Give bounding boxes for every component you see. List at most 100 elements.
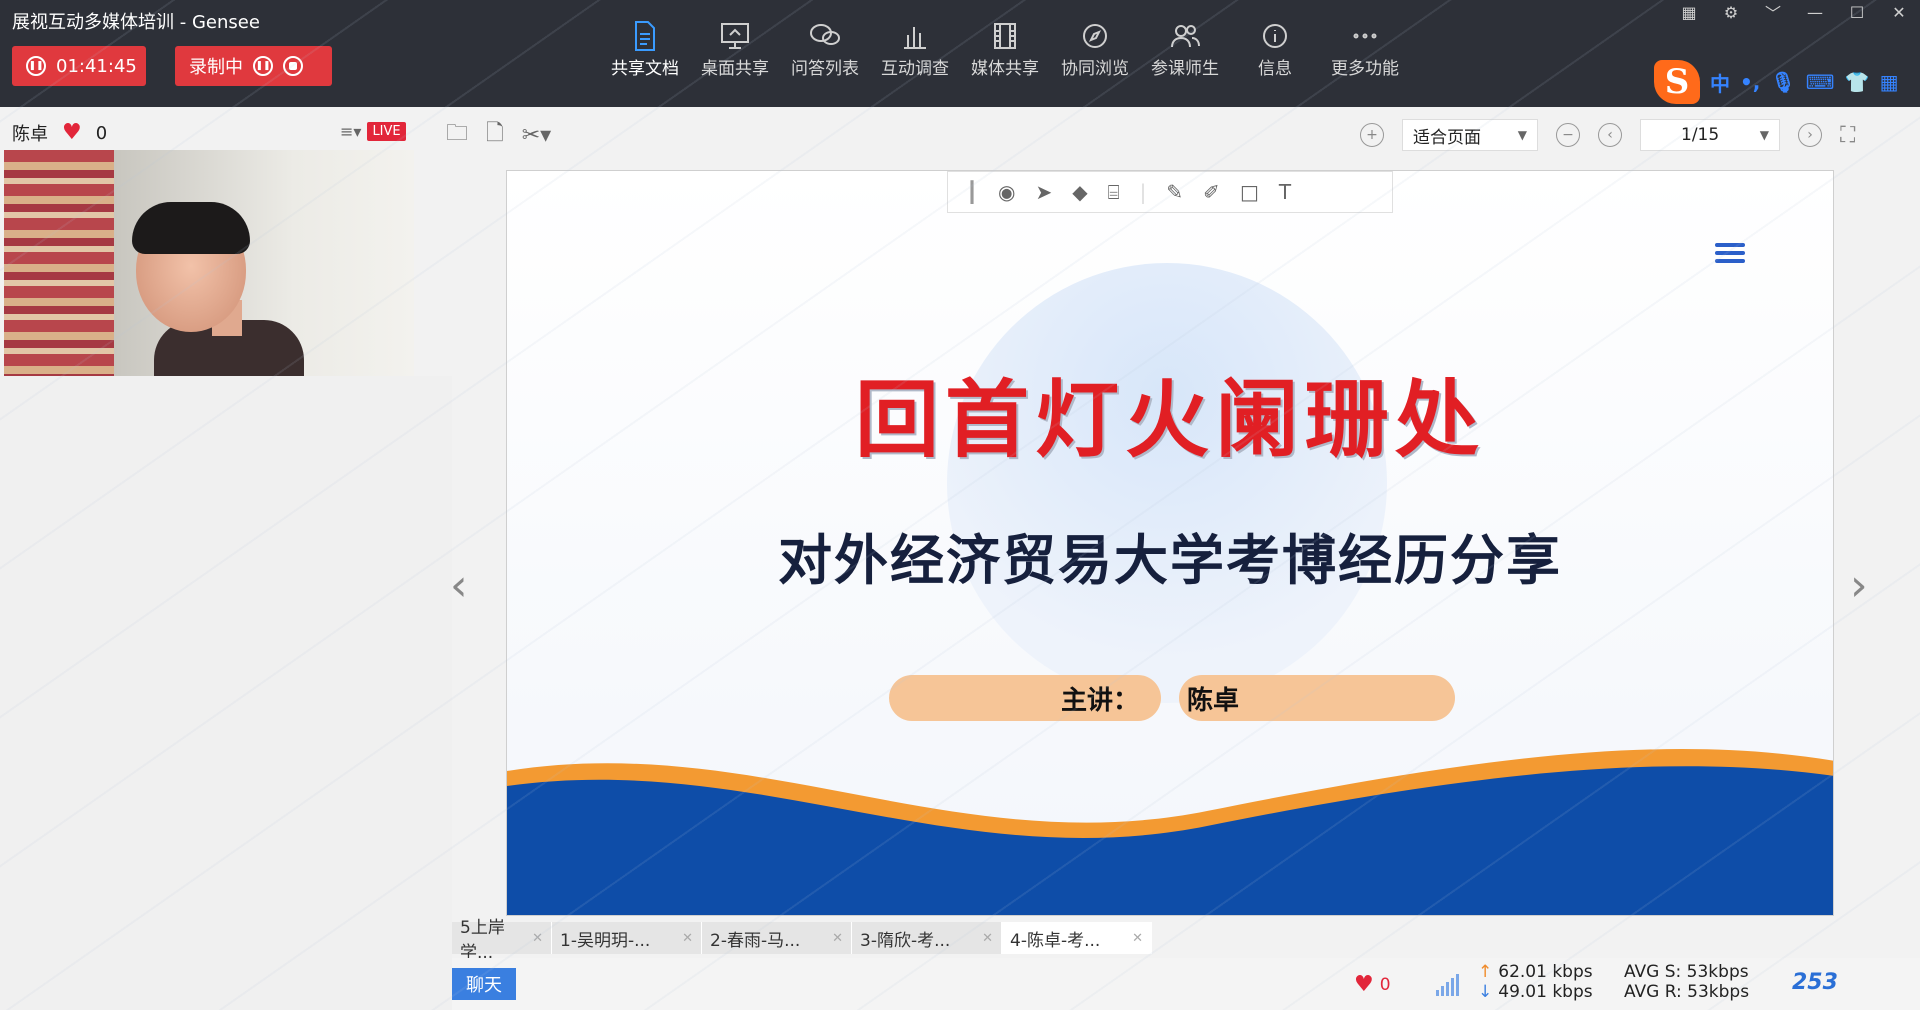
doc-tab-label: 3-隋欣-考... xyxy=(860,930,951,951)
tool-more[interactable]: 更多功能 xyxy=(1320,18,1410,90)
tool-co-browse[interactable]: 协同浏览 xyxy=(1050,18,1140,90)
signal-strength-icon xyxy=(1436,974,1459,996)
clear-brush-icon[interactable]: ⌸ xyxy=(1108,180,1120,204)
tool-shared-doc[interactable]: 共享文档 xyxy=(600,18,690,90)
zoom-out-icon[interactable]: − xyxy=(1556,123,1580,147)
status-likes[interactable]: ♥ 0 xyxy=(1354,972,1391,997)
ime-punct[interactable]: •, xyxy=(1740,70,1760,94)
avg-send: AVG S: 53kbps xyxy=(1624,962,1749,982)
tool-label: 更多功能 xyxy=(1331,59,1399,79)
maximize-icon[interactable]: ☐ xyxy=(1836,0,1878,24)
doc-tab-active[interactable]: 4-陈卓-考... ✕ xyxy=(1002,922,1152,954)
tool-participants[interactable]: 参课师生 xyxy=(1140,18,1230,90)
zoom-select[interactable]: 适合页面 ▼ xyxy=(1402,119,1538,151)
close-icon[interactable]: ✕ xyxy=(1878,0,1920,24)
desktop-share-icon xyxy=(715,18,755,54)
doc-tab[interactable]: 2-春雨-马... ✕ xyxy=(702,922,852,954)
tool-media-share[interactable]: 媒体共享 xyxy=(960,18,1050,90)
ime-mode[interactable]: 中 xyxy=(1710,68,1730,97)
open-folder-icon[interactable]: 🗀 xyxy=(446,116,468,154)
pause-timer-button[interactable]: ❚❚ 01:41:45 xyxy=(12,46,146,86)
tool-desktop-share[interactable]: 桌面共享 xyxy=(690,18,780,90)
chevron-down-icon: ▼ xyxy=(1517,128,1527,142)
presenter-video[interactable] xyxy=(4,150,414,376)
skin-shirt-icon[interactable]: 👕 xyxy=(1845,70,1870,94)
zoom-in-icon[interactable]: + xyxy=(1360,123,1384,147)
doc-tab[interactable]: 3-隋欣-考... ✕ xyxy=(852,922,1002,954)
doc-tab-label: 5上岸学... xyxy=(460,918,505,963)
top-toolbar: 展视互动多媒体培训 - Gensee ❚❚ 01:41:45 录制中 ❚❚ 共享… xyxy=(0,0,1920,107)
heart-icon[interactable]: ♥ xyxy=(62,122,82,144)
next-slide-arrow[interactable]: › xyxy=(1850,560,1868,611)
document-icon xyxy=(625,18,665,54)
new-document-icon[interactable]: 🗋 xyxy=(486,116,504,154)
doc-tab-label: 4-陈卓-考... xyxy=(1010,930,1101,951)
tool-label: 问答列表 xyxy=(791,59,859,79)
slide-canvas[interactable]: 回首灯火阑珊处 对外经济贸易大学考博经历分享 主讲： 陈卓 ┃ ◉ ➤ ◆ ⌸ … xyxy=(506,170,1834,916)
presenter-likes: 0 xyxy=(95,122,108,144)
grid-icon[interactable]: ▦ xyxy=(1668,0,1710,24)
speaker-label: 主讲： xyxy=(889,675,1161,721)
tool-label: 互动调查 xyxy=(881,59,949,79)
stop-recording-icon[interactable] xyxy=(283,56,303,76)
network-rates: ↑ 62.01 kbps ↓ 49.01 kbps xyxy=(1478,962,1593,1002)
close-tab-icon[interactable]: ✕ xyxy=(832,931,843,946)
document-tabs: 5上岸学... ✕ 1-吴明玥-... ✕ 2-春雨-马... ✕ 3-隋欣-考...… xyxy=(452,918,1152,963)
close-tab-icon[interactable]: ✕ xyxy=(982,931,993,946)
survey-chart-icon xyxy=(895,18,935,54)
recording-button[interactable]: 录制中 ❚❚ xyxy=(175,46,332,86)
keyboard-icon[interactable]: ⌨ xyxy=(1806,70,1835,94)
speaker-pill: 主讲： 陈卓 xyxy=(889,675,1455,721)
upload-arrow-icon: ↑ xyxy=(1478,962,1493,982)
drag-handle-icon[interactable]: ┃ xyxy=(966,180,978,204)
film-icon xyxy=(985,18,1025,54)
speaker-name: 陈卓 xyxy=(1179,675,1455,721)
microphone-icon[interactable]: 🎙 xyxy=(1770,70,1795,94)
doc-tab[interactable]: 5上岸学... ✕ xyxy=(452,918,552,963)
collapse-icon[interactable]: ﹀ xyxy=(1752,0,1794,24)
likes-count: 0 xyxy=(1379,974,1391,995)
scissors-icon[interactable]: ✂▾ xyxy=(522,123,551,148)
slide-menu-icon[interactable] xyxy=(1715,243,1745,267)
tool-info[interactable]: 信息 xyxy=(1230,18,1320,90)
tool-label: 共享文档 xyxy=(611,59,679,79)
tool-label: 桌面共享 xyxy=(701,59,769,79)
upload-rate: 62.01 kbps xyxy=(1498,962,1593,982)
pen-icon[interactable]: ✎ xyxy=(1166,180,1183,204)
left-panel-empty xyxy=(0,376,452,1010)
page-indicator: 1/15 xyxy=(1681,125,1720,145)
divider: | xyxy=(1139,180,1147,204)
eraser-icon[interactable]: ◆ xyxy=(1072,180,1087,204)
close-tab-icon[interactable]: ✕ xyxy=(532,931,543,946)
rectangle-icon[interactable]: □ xyxy=(1240,180,1259,204)
window-title: 展视互动多媒体培训 - Gensee xyxy=(12,12,260,33)
tool-qa-list[interactable]: 问答列表 xyxy=(780,18,870,90)
page-select[interactable]: 1/15 ▼ xyxy=(1640,119,1780,151)
zoom-mode-value: 适合页面 xyxy=(1413,127,1481,148)
list-menu-icon[interactable]: ≡▾ xyxy=(340,122,361,141)
window-controls: ▦ ⚙ ﹀ — ☐ ✕ xyxy=(1668,0,1920,24)
text-tool-icon[interactable]: T xyxy=(1279,180,1291,204)
close-tab-icon[interactable]: ✕ xyxy=(1132,931,1143,946)
toolbox-grid-icon[interactable]: ▦ xyxy=(1880,70,1899,94)
prev-slide-arrow[interactable]: ‹ xyxy=(450,560,468,611)
settings-icon[interactable]: ⚙ xyxy=(1710,0,1752,24)
main-toolstrip: 共享文档 桌面共享 问答列表 互动调查 媒体共享 协同浏览 参课师生 信息 更多… xyxy=(600,18,1410,90)
tool-label: 参课师生 xyxy=(1151,59,1219,79)
pause-recording-icon[interactable]: ❚❚ xyxy=(253,56,273,76)
chat-button[interactable]: 聊天 xyxy=(452,968,516,1000)
highlighter-icon[interactable]: ✐ xyxy=(1203,180,1220,204)
record-dot-icon[interactable]: ◉ xyxy=(998,180,1015,204)
minimize-icon[interactable]: — xyxy=(1794,0,1836,24)
doc-tab[interactable]: 1-吴明玥-... ✕ xyxy=(552,922,702,954)
fullscreen-icon[interactable]: ⛶ xyxy=(1840,123,1855,148)
session-timer: 01:41:45 xyxy=(56,55,137,77)
close-tab-icon[interactable]: ✕ xyxy=(682,931,693,946)
pointer-icon[interactable]: ➤ xyxy=(1036,180,1053,204)
tool-survey[interactable]: 互动调查 xyxy=(870,18,960,90)
document-toolbar: 🗀 🗋 ✂▾ + 适合页面 ▼ − ‹ 1/15 ▼ › ⛶ xyxy=(440,118,1920,152)
next-page-icon[interactable]: › xyxy=(1798,123,1822,147)
slide-title: 回首灯火阑珊处 xyxy=(854,371,1485,469)
sogou-logo[interactable]: S xyxy=(1654,60,1700,104)
prev-page-icon[interactable]: ‹ xyxy=(1598,123,1622,147)
